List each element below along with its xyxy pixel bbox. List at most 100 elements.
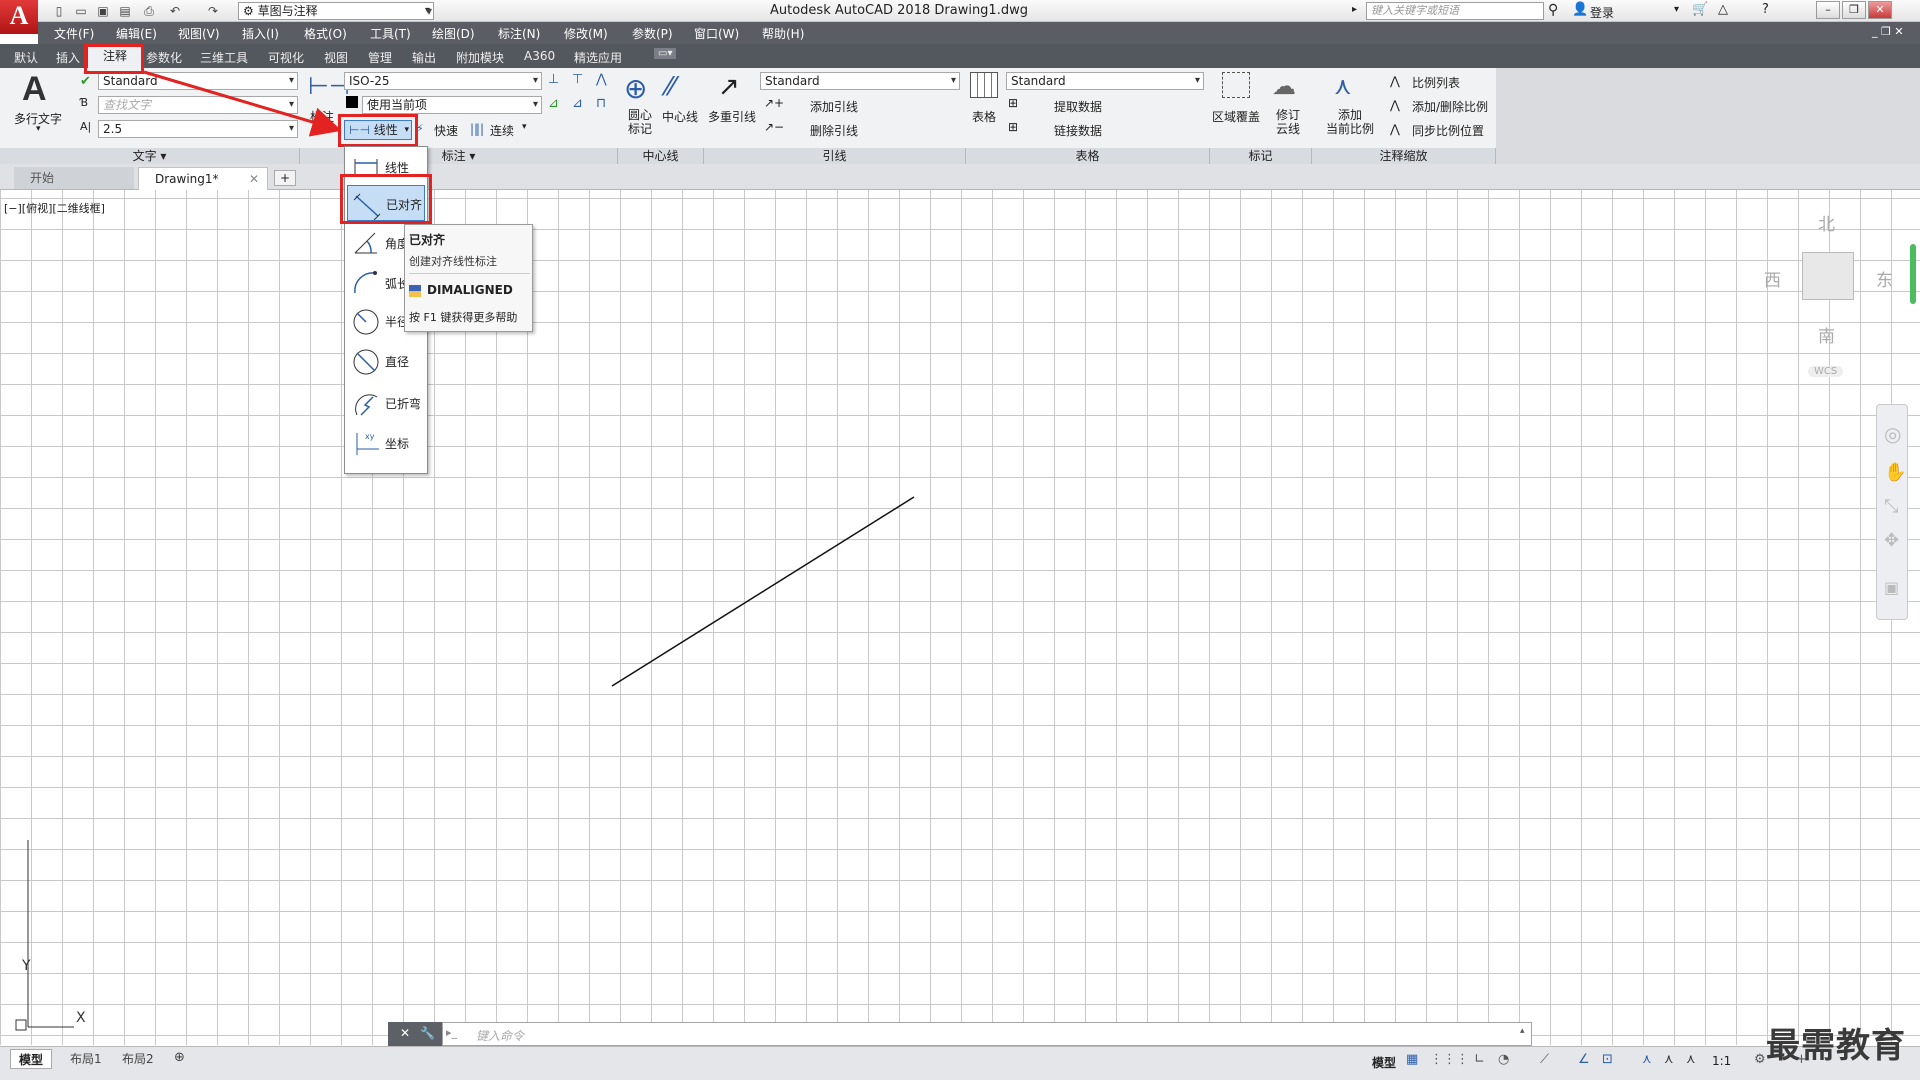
start-tab[interactable]: 开始	[14, 167, 134, 189]
restore-button[interactable]: ❐	[1842, 1, 1866, 19]
redo-icon[interactable]: ↷	[204, 3, 222, 19]
quick-dim-label[interactable]: 快速	[434, 122, 458, 139]
showmotion-icon[interactable]: ▣	[1884, 578, 1899, 597]
open-icon[interactable]: ▭	[72, 3, 90, 19]
add-layout-icon[interactable]: ⊕	[174, 1050, 185, 1065]
link-data-icon[interactable]: ⊞	[1008, 120, 1018, 134]
viewcube-north[interactable]: 北	[1818, 210, 1835, 235]
leader-style-combo[interactable]: Standard	[760, 72, 960, 90]
viewcube-east[interactable]: 东	[1876, 266, 1893, 291]
login-button[interactable]: 登录	[1590, 4, 1614, 21]
continue-dim-label[interactable]: 连续	[490, 122, 514, 139]
mtext-icon[interactable]: A	[22, 70, 47, 109]
dim-style-combo[interactable]: ISO-25	[344, 72, 542, 90]
close-command-icon[interactable]: ✕	[400, 1026, 410, 1040]
save-icon[interactable]: ▣	[94, 3, 112, 19]
annotation-scale-value[interactable]: 1:1	[1712, 1054, 1731, 1068]
menu-file[interactable]: 文件(F)	[54, 25, 94, 42]
table-label[interactable]: 表格	[972, 108, 996, 125]
viewcube-west[interactable]: 西	[1764, 266, 1781, 291]
add-leader-label[interactable]: 添加引线	[810, 98, 858, 115]
remove-leader-label[interactable]: 删除引线	[810, 122, 858, 139]
plot-icon[interactable]: ⎙	[140, 3, 158, 19]
scale-list-icon[interactable]: ⋀	[1390, 74, 1400, 88]
center-mark-label[interactable]: 圆心 标记	[628, 108, 652, 136]
menu-edit[interactable]: 编辑(E)	[116, 25, 157, 42]
viewcube-south[interactable]: 南	[1818, 322, 1835, 347]
auto-scale-icon[interactable]: ⋏	[1664, 1052, 1674, 1067]
search-expand-icon[interactable]: ▸	[1352, 4, 1357, 15]
steering-wheel-icon[interactable]: ◎	[1884, 422, 1901, 446]
add-remove-scale-label[interactable]: 添加/删除比例	[1412, 98, 1488, 115]
wcs-menu[interactable]: WCS	[1808, 366, 1844, 377]
sync-scale-label[interactable]: 同步比例位置	[1412, 122, 1484, 139]
table-icon[interactable]	[970, 72, 998, 98]
menu-dimension[interactable]: 标注(N)	[498, 25, 540, 42]
tab-featured-apps[interactable]: 精选应用	[574, 49, 622, 66]
menu-item-jogged[interactable]: 已折弯	[347, 385, 425, 419]
orbit-icon[interactable]: ✥	[1884, 530, 1899, 551]
centerline-label[interactable]: 中心线	[662, 108, 698, 125]
tab-view[interactable]: 视图	[324, 49, 348, 66]
menu-modify[interactable]: 修改(M)	[564, 25, 608, 42]
layout-tab-1[interactable]: 布局1	[62, 1049, 110, 1069]
binoculars-icon[interactable]: ⚲	[1548, 2, 1558, 18]
undo-icon[interactable]: ↶	[166, 3, 184, 19]
grid-icon[interactable]: ▦	[1406, 1052, 1418, 1067]
ortho-icon[interactable]: ∟	[1474, 1052, 1485, 1067]
tab-visualize[interactable]: 可视化	[268, 49, 304, 66]
viewcube-face[interactable]	[1802, 252, 1854, 300]
quick-access-customize-icon[interactable]: ▾	[420, 3, 438, 19]
help-icon[interactable]: ?	[1762, 2, 1769, 17]
viewcube-scrollbar[interactable]	[1910, 244, 1916, 304]
new-tab-icon[interactable]: +	[274, 170, 296, 186]
snap-icon[interactable]: ⋮⋮⋮	[1430, 1052, 1469, 1067]
save-as-icon[interactable]: ▤	[116, 3, 134, 19]
command-history-icon[interactable]: ▴	[1520, 1026, 1525, 1036]
link-data-label[interactable]: 链接数据	[1054, 122, 1102, 139]
tab-default[interactable]: 默认	[14, 49, 38, 66]
menu-view[interactable]: 视图(V)	[178, 25, 220, 42]
search-input[interactable]: 键入关键字或短语	[1366, 2, 1544, 20]
close-tab-icon[interactable]: ✕	[249, 168, 259, 190]
workspace-gear-icon[interactable]: ⚙	[1754, 1052, 1766, 1067]
wipeout-label[interactable]: 区域覆盖	[1212, 108, 1260, 125]
menu-item-diameter[interactable]: 直径	[347, 343, 425, 377]
table-style-combo[interactable]: Standard	[1006, 72, 1204, 90]
layout-tab-2[interactable]: 布局2	[114, 1049, 162, 1069]
layout-tab-model[interactable]: 模型	[10, 1049, 53, 1069]
tab-a360[interactable]: A360	[524, 49, 555, 63]
cart-icon[interactable]: 🛒	[1692, 2, 1708, 17]
continue-chevron-icon[interactable]: ▾	[522, 122, 527, 132]
multileader-label[interactable]: 多重引线	[708, 108, 756, 125]
multileader-icon[interactable]: ↗	[718, 72, 740, 102]
remove-leader-icon[interactable]: ↗−	[764, 120, 784, 134]
menu-item-ordinate[interactable]: xy 坐标	[347, 425, 425, 459]
scale-list-label[interactable]: 比例列表	[1412, 74, 1460, 91]
close-button[interactable]: ✕	[1868, 1, 1892, 19]
tab-insert[interactable]: 插入	[56, 49, 80, 66]
object-snap-tracking-icon[interactable]: ⊡	[1602, 1052, 1613, 1067]
model-space-button[interactable]: 模型	[1372, 1054, 1396, 1071]
text-panel-title[interactable]: 文字 ▾	[0, 148, 300, 164]
tab-3d-tools[interactable]: 三维工具	[200, 49, 248, 66]
menu-window[interactable]: 窗口(W)	[694, 25, 739, 42]
menu-format[interactable]: 格式(O)	[304, 25, 347, 42]
tab-output[interactable]: 输出	[412, 49, 436, 66]
doc-window-controls[interactable]: _ ❐ ✕	[1872, 25, 1904, 38]
extract-data-icon[interactable]: ⊞	[1008, 96, 1018, 110]
center-mark-icon[interactable]: ⊕	[624, 72, 647, 105]
menu-insert[interactable]: 插入(I)	[242, 25, 279, 42]
add-remove-scale-icon[interactable]: ⋀	[1390, 98, 1400, 112]
dim-inspect-icon[interactable]: ⊿	[548, 96, 559, 111]
login-chevron-icon[interactable]: ▾	[1674, 4, 1679, 15]
command-input[interactable]: 键入命令	[476, 1027, 524, 1044]
drawing-tab[interactable]: Drawing1* ✕	[138, 167, 268, 190]
revcloud-icon[interactable]: ☁	[1272, 72, 1296, 100]
annotation-scale-icon[interactable]: ⋏	[1686, 1052, 1696, 1067]
centerline-icon[interactable]: ⁄⁄	[666, 72, 675, 102]
sync-scale-icon[interactable]: ⋀	[1390, 122, 1400, 136]
add-current-scale-icon[interactable]: ⋏	[1334, 72, 1352, 100]
dim-space-icon[interactable]: ⊤	[572, 72, 583, 87]
revcloud-label[interactable]: 修订 云线	[1276, 108, 1300, 136]
